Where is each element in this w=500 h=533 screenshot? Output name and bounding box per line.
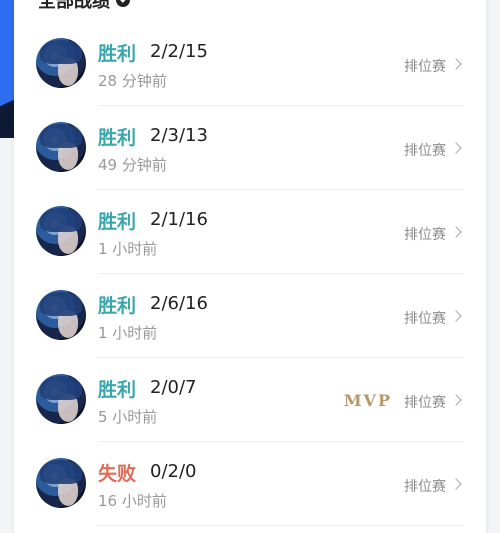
match-kda: 2/6/16 [150,293,208,314]
match-kda: 0/2/0 [150,461,197,482]
match-time: 16 小时前 [98,492,167,510]
hero-avatar [36,122,86,172]
background-right [486,0,500,533]
chevron-right-icon [450,310,462,322]
match-kda: 2/3/13 [150,125,208,146]
hero-avatar [36,458,86,508]
match-row[interactable]: 胜利 2/2/15 28 分钟前 排位赛 [14,22,486,106]
match-time: 5 小时前 [98,408,158,426]
match-mode: 排位赛 [404,479,446,495]
match-result: 胜利 [98,379,137,401]
chevron-right-icon [450,226,462,238]
match-mode: 排位赛 [404,311,446,327]
hero-avatar [36,38,86,88]
chevron-right-icon [450,58,462,70]
hero-avatar [36,290,86,340]
match-result: 胜利 [98,43,137,65]
chevron-right-icon [450,394,462,406]
row-divider [98,525,464,526]
match-time: 28 分钟前 [98,72,167,90]
match-row[interactable]: 胜利 2/0/7 5 小时前 MVP 排位赛 [14,358,486,442]
chevron-right-icon [450,142,462,154]
match-time: 49 分钟前 [98,156,167,174]
chevron-right-icon [450,478,462,490]
header-title: 全部战绩 [38,0,110,12]
check-circle-icon[interactable] [116,0,130,7]
match-time: 1 小时前 [98,240,158,258]
header[interactable]: 全部战绩 [38,0,130,12]
match-mode: 排位赛 [404,227,446,243]
match-mode: 排位赛 [404,395,446,411]
match-kda: 2/1/16 [150,209,208,230]
match-result: 失败 [98,463,137,485]
match-kda: 2/2/15 [150,41,208,62]
match-row[interactable]: 胜利 2/6/16 1 小时前 排位赛 [14,274,486,358]
match-result: 胜利 [98,295,137,317]
match-kda: 2/0/7 [150,377,197,398]
hero-avatar [36,374,86,424]
match-mode: 排位赛 [404,143,446,159]
match-row[interactable]: 胜利 2/1/16 1 小时前 排位赛 [14,190,486,274]
match-result: 胜利 [98,211,137,233]
match-mode: 排位赛 [404,59,446,75]
match-row[interactable]: 胜利 2/3/13 49 分钟前 排位赛 [14,106,486,190]
match-time: 1 小时前 [98,324,158,342]
match-result: 胜利 [98,127,137,149]
mvp-badge: MVP [343,391,392,410]
match-row[interactable]: 失败 0/2/0 16 小时前 排位赛 [14,442,486,526]
hero-avatar [36,206,86,256]
